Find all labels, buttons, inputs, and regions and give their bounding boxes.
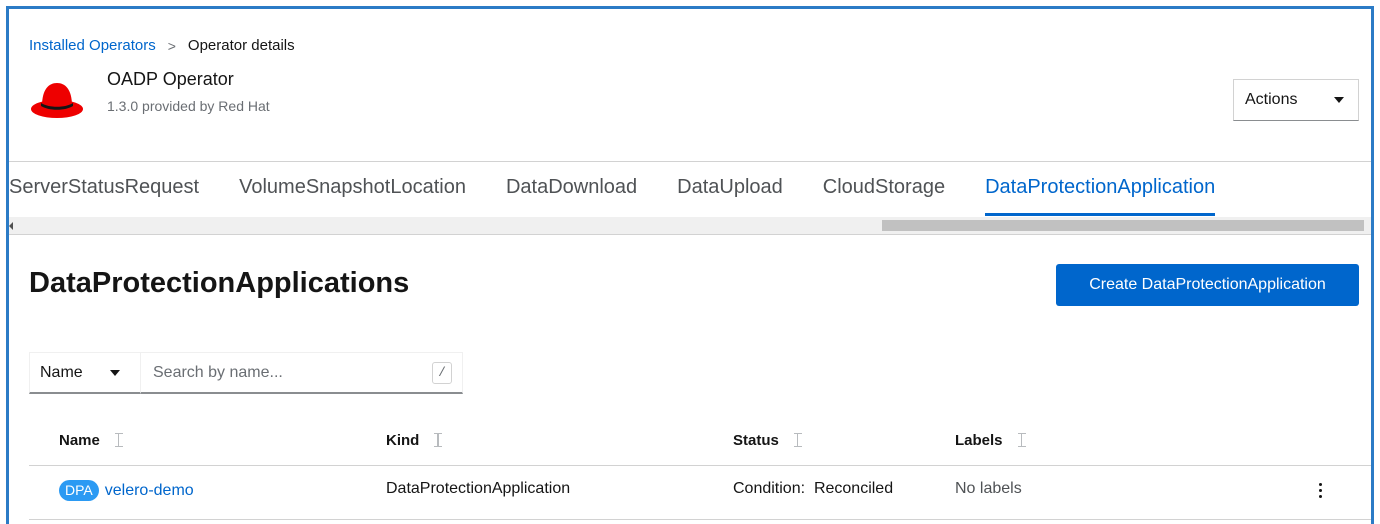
filter-type-label: Name: [40, 363, 83, 381]
tab-serverstatusrequest[interactable]: ServerStatusRequest: [9, 162, 219, 214]
chevron-right-icon: >: [167, 37, 176, 54]
tab-bar: ServerStatusRequest VolumeSnapshotLocati…: [9, 162, 1371, 216]
redhat-fedora-icon: [29, 75, 85, 123]
divider: [29, 519, 1371, 520]
column-header-status[interactable]: Status: [733, 432, 803, 449]
page-title: DataProtectionApplications: [29, 267, 410, 299]
filter-toolbar: Name /: [29, 352, 463, 394]
caret-down-icon: [110, 369, 120, 376]
divider: [29, 465, 1371, 466]
breadcrumb-current: Operator details: [187, 37, 295, 54]
kebab-menu-icon[interactable]: [1312, 479, 1328, 501]
keyboard-shortcut-hint: /: [432, 361, 452, 384]
scrollbar-thumb[interactable]: [882, 220, 1364, 231]
app-frame: Installed Operators > Operator details O…: [6, 6, 1374, 524]
column-header-kind[interactable]: Kind: [386, 432, 443, 449]
tab-volumesnapshotlocation[interactable]: VolumeSnapshotLocation: [219, 162, 486, 214]
breadcrumb: Installed Operators > Operator details: [29, 37, 295, 54]
tabs-horizontal-scrollbar[interactable]: [9, 217, 1371, 234]
table-row-name-cell: DPA velero-demo: [59, 480, 194, 501]
resource-badge: DPA: [59, 480, 99, 501]
sort-icon: [114, 432, 124, 449]
sort-icon: [1017, 432, 1027, 449]
caret-down-icon: [1334, 97, 1344, 103]
create-dataprotectionapplication-button[interactable]: Create DataProtectionApplication: [1056, 264, 1359, 306]
search-input[interactable]: [153, 363, 413, 382]
sort-icon: [433, 432, 443, 449]
table-row-status-cell: Condition: Reconciled: [733, 480, 894, 497]
resource-link[interactable]: velero-demo: [105, 482, 194, 500]
table-row-labels-cell: No labels: [955, 480, 1022, 497]
column-header-labels[interactable]: Labels: [955, 432, 1027, 449]
actions-dropdown[interactable]: Actions: [1233, 79, 1359, 121]
tab-dataupload[interactable]: DataUpload: [657, 162, 803, 214]
operator-name: OADP Operator: [107, 69, 234, 89]
tab-cloudstorage[interactable]: CloudStorage: [803, 162, 965, 214]
sort-icon: [793, 432, 803, 449]
scroll-left-arrow-icon[interactable]: [9, 222, 13, 230]
filter-type-dropdown[interactable]: Name: [29, 352, 141, 394]
divider: [9, 234, 1371, 235]
table-row-kind-cell: DataProtectionApplication: [386, 480, 571, 497]
actions-label: Actions: [1245, 91, 1298, 108]
breadcrumb-installed-operators[interactable]: Installed Operators: [29, 37, 156, 54]
column-header-name[interactable]: Name: [59, 432, 124, 449]
tab-datadownload[interactable]: DataDownload: [486, 162, 657, 214]
tab-dataprotectionapplication[interactable]: DataProtectionApplication: [965, 162, 1235, 216]
search-field: /: [141, 352, 463, 394]
operator-version-provider: 1.3.0 provided by Red Hat: [107, 98, 270, 114]
